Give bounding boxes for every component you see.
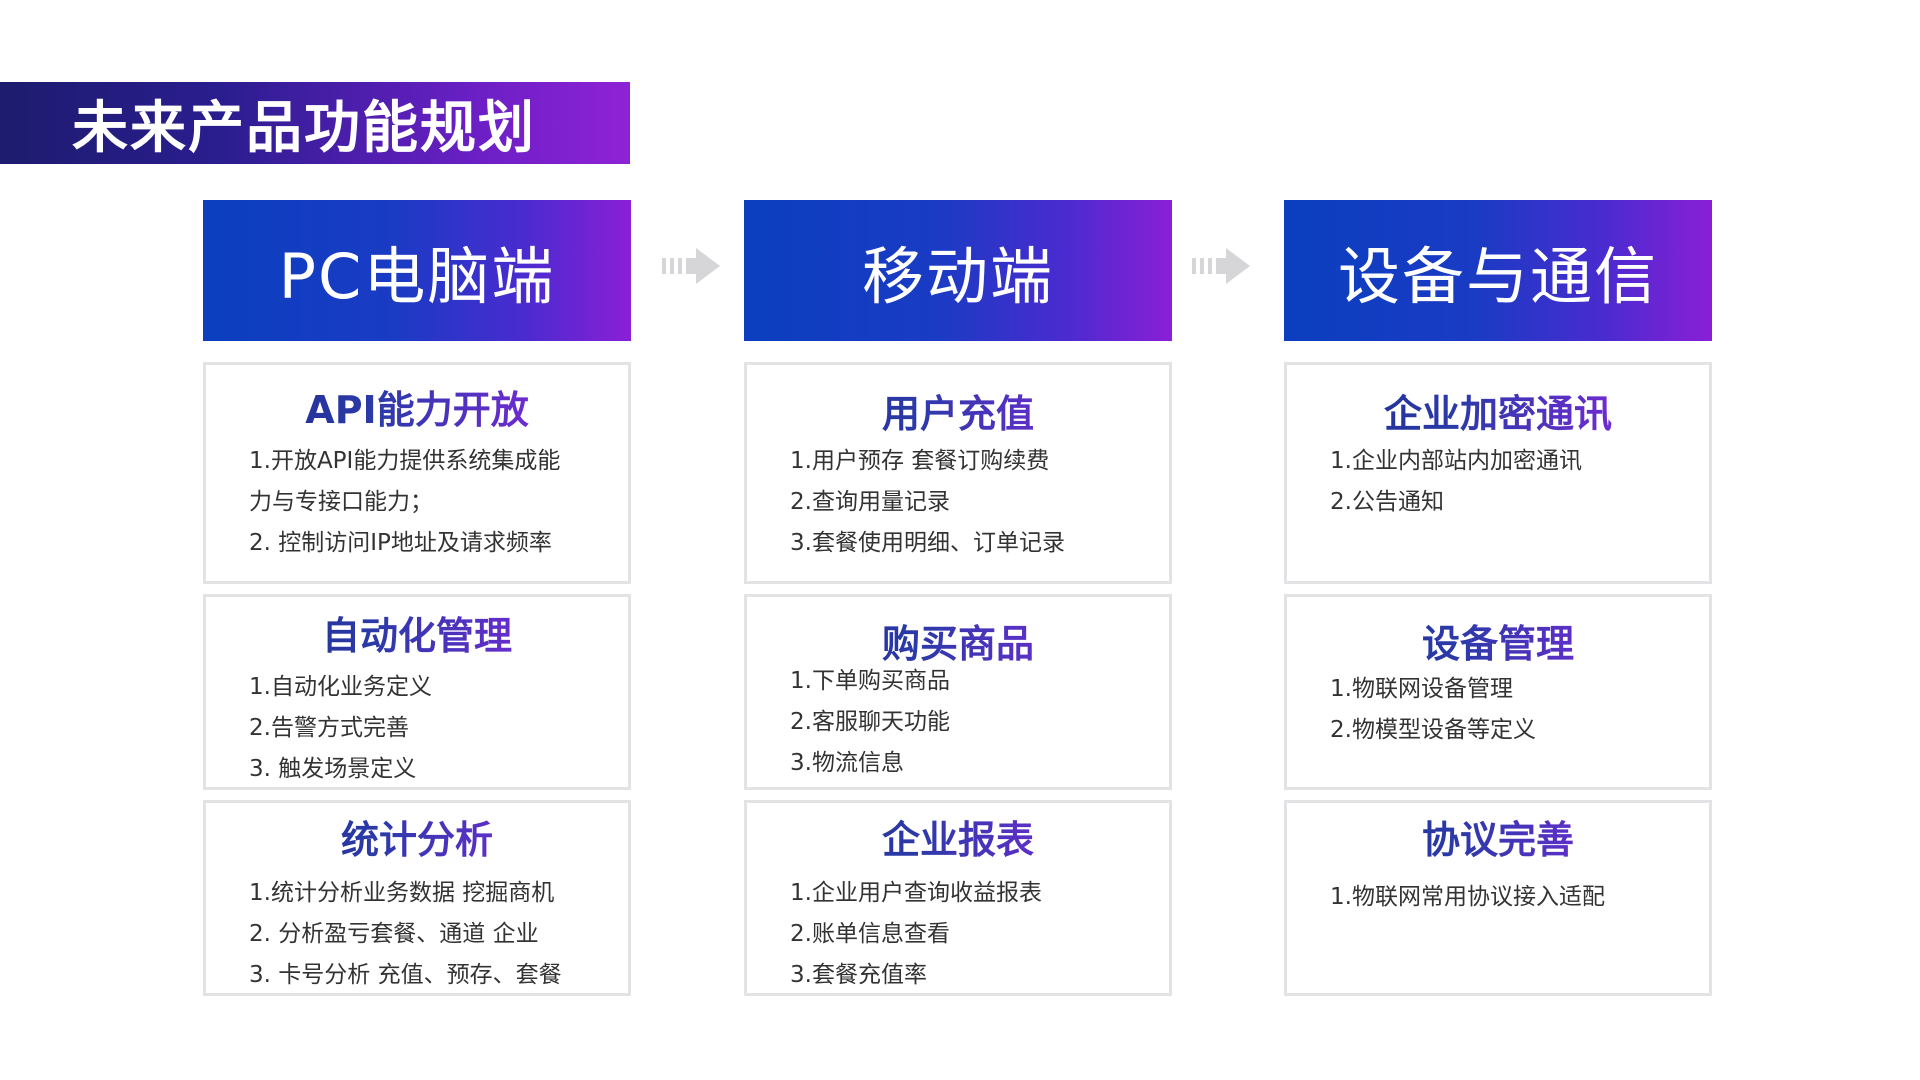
card-list: 1.物联网设备管理 2.物模型设备等定义 xyxy=(1330,669,1689,751)
card-line: 1.物联网设备管理 xyxy=(1330,676,1513,702)
card-line: 3. 触发场景定义 xyxy=(249,756,417,782)
card-title: 协议完善 xyxy=(1287,809,1709,864)
card-line: 1.统计分析业务数据 挖掘商机 xyxy=(249,880,555,906)
feature-card: 企业报表 1.企业用户查询收益报表 2.账单信息查看 3.套餐充值率 xyxy=(744,800,1172,996)
card-list: 1.物联网常用协议接入适配 xyxy=(1330,877,1689,918)
card-title: 企业加密通讯 xyxy=(1287,383,1709,438)
card-list: 1.用户预存 套餐订购续费 2.查询用量记录 3.套餐使用明细、订单记录 xyxy=(790,441,1149,564)
double-chevron-arrow-icon xyxy=(1192,248,1250,284)
card-line: 2.告警方式完善 xyxy=(249,715,409,741)
feature-card: 自动化管理 1.自动化业务定义 2.告警方式完善 3. 触发场景定义 xyxy=(203,594,631,790)
card-list: 1.开放API能力提供系统集成能 力与专接口能力； 2. 控制访问IP地址及请求… xyxy=(249,441,608,564)
card-title: 用户充值 xyxy=(747,383,1169,438)
card-line: 1.物联网常用协议接入适配 xyxy=(1330,884,1605,910)
column-header-label: 设备与通信 xyxy=(1337,239,1658,313)
card-line: 3.物流信息 xyxy=(790,750,904,776)
card-list: 1.下单购买商品 2.客服聊天功能 3.物流信息 xyxy=(790,661,1149,784)
card-title: 统计分析 xyxy=(206,809,628,864)
card-line: 3.套餐充值率 xyxy=(790,962,927,988)
column-header-label: PC电脑端 xyxy=(278,239,556,313)
feature-card: API能力开放 1.开放API能力提供系统集成能 力与专接口能力； 2. 控制访… xyxy=(203,362,631,584)
card-title: 设备管理 xyxy=(1287,613,1709,668)
card-line: 力与专接口能力； xyxy=(249,489,433,515)
card-line: 3. 卡号分析 充值、预存、套餐 xyxy=(249,962,562,988)
feature-card: 统计分析 1.统计分析业务数据 挖掘商机 2. 分析盈亏套餐、通道 企业 3. … xyxy=(203,800,631,996)
card-list: 1.企业内部站内加密通讯 2.公告通知 xyxy=(1330,441,1689,523)
feature-card: 购买商品 1.下单购买商品 2.客服聊天功能 3.物流信息 xyxy=(744,594,1172,790)
card-line: 1.下单购买商品 xyxy=(790,668,950,694)
feature-card: 用户充值 1.用户预存 套餐订购续费 2.查询用量记录 3.套餐使用明细、订单记… xyxy=(744,362,1172,584)
feature-card: 企业加密通讯 1.企业内部站内加密通讯 2.公告通知 xyxy=(1284,362,1712,584)
card-line: 3.套餐使用明细、订单记录 xyxy=(790,530,1065,556)
column-device: 设备与通信 企业加密通讯 1.企业内部站内加密通讯 2.公告通知 设备管理 1.… xyxy=(1284,200,1712,996)
slide-title-bar: 未来产品功能规划 xyxy=(0,82,630,164)
card-line: 2.物模型设备等定义 xyxy=(1330,717,1536,743)
card-line: 2. 控制访问IP地址及请求频率 xyxy=(249,530,552,556)
card-line: 2.账单信息查看 xyxy=(790,921,950,947)
double-chevron-arrow-icon xyxy=(662,248,720,284)
card-list: 1.自动化业务定义 2.告警方式完善 3. 触发场景定义 xyxy=(249,667,608,790)
card-line: 1.用户预存 套餐订购续费 xyxy=(790,448,1050,474)
feature-card: 设备管理 1.物联网设备管理 2.物模型设备等定义 xyxy=(1284,594,1712,790)
card-title: 自动化管理 xyxy=(206,605,628,660)
column-header-label: 移动端 xyxy=(861,239,1054,313)
column-pc: PC电脑端 API能力开放 1.开放API能力提供系统集成能 力与专接口能力； … xyxy=(203,200,631,996)
column-header: 移动端 xyxy=(744,200,1172,341)
column-header: PC电脑端 xyxy=(203,200,631,341)
card-line: 2. 分析盈亏套餐、通道 企业 xyxy=(249,921,539,947)
card-line: 1.企业用户查询收益报表 xyxy=(790,880,1042,906)
column-mobile: 移动端 用户充值 1.用户预存 套餐订购续费 2.查询用量记录 3.套餐使用明细… xyxy=(744,200,1172,996)
card-line: 1.自动化业务定义 xyxy=(249,674,432,700)
slide-title: 未来产品功能规划 xyxy=(72,95,536,161)
card-line: 2.客服聊天功能 xyxy=(790,709,950,735)
card-title: 企业报表 xyxy=(747,809,1169,864)
card-line: 2.查询用量记录 xyxy=(790,489,950,515)
card-line: 1.开放API能力提供系统集成能 xyxy=(249,448,561,474)
column-header: 设备与通信 xyxy=(1284,200,1712,341)
card-title: API能力开放 xyxy=(206,379,628,434)
card-list: 1.统计分析业务数据 挖掘商机 2. 分析盈亏套餐、通道 企业 3. 卡号分析 … xyxy=(249,873,608,996)
card-list: 1.企业用户查询收益报表 2.账单信息查看 3.套餐充值率 xyxy=(790,873,1149,996)
card-line: 2.公告通知 xyxy=(1330,489,1444,515)
card-title: 购买商品 xyxy=(747,613,1169,668)
card-line: 1.企业内部站内加密通讯 xyxy=(1330,448,1582,474)
feature-card: 协议完善 1.物联网常用协议接入适配 xyxy=(1284,800,1712,996)
